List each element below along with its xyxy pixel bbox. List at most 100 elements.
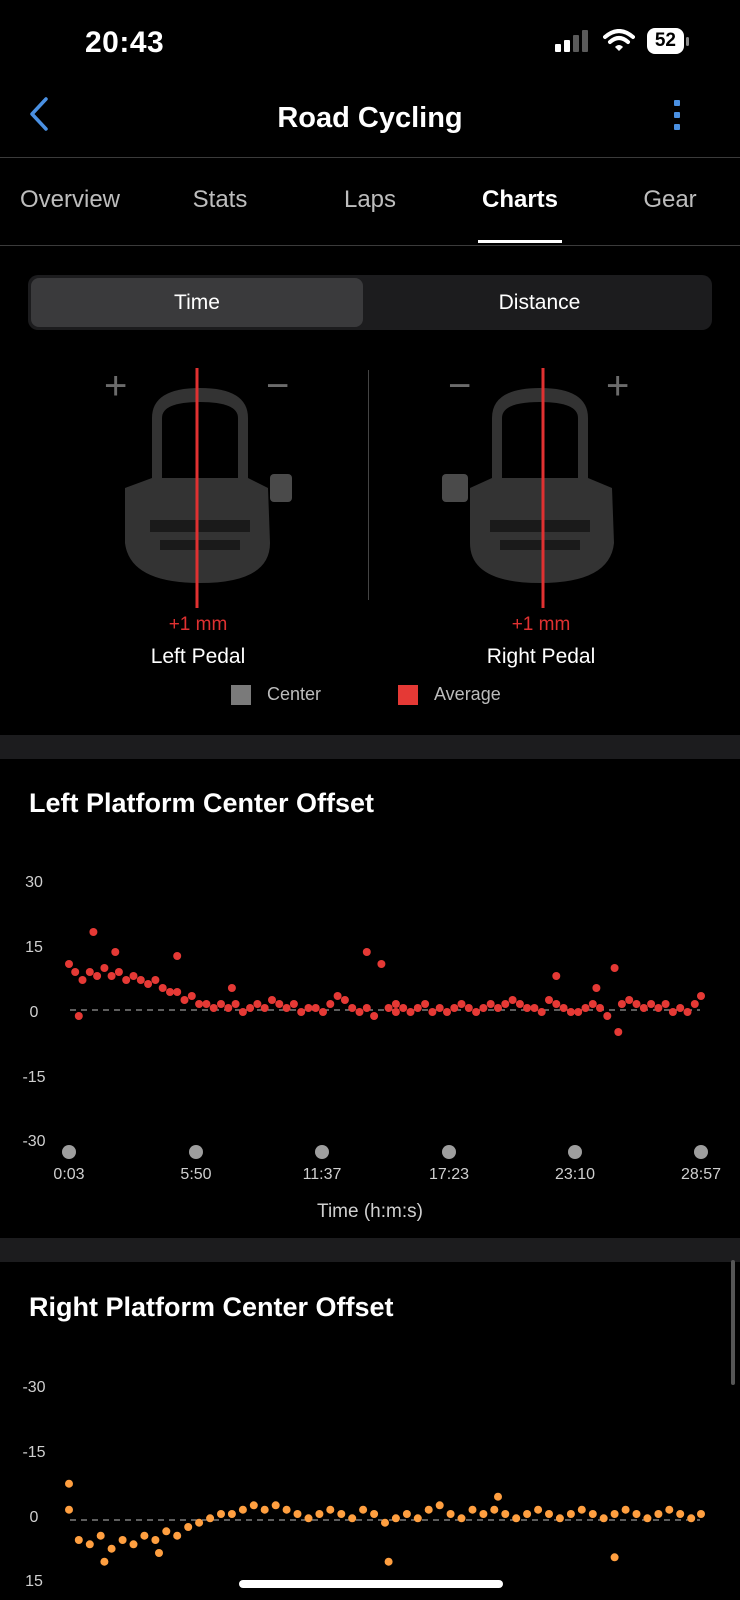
data-point <box>406 1008 415 1016</box>
data-point <box>603 1012 612 1020</box>
right-offset-chart <box>65 1479 705 1566</box>
home-indicator[interactable] <box>239 1580 503 1588</box>
legend-swatch-average <box>398 684 418 705</box>
data-point <box>100 964 109 972</box>
legend-label: Center <box>267 684 322 704</box>
data-point <box>326 1505 335 1514</box>
legend-label: Average <box>434 684 501 704</box>
data-point <box>581 1004 590 1012</box>
data-point <box>246 1004 255 1012</box>
battery-icon: 52 <box>646 28 690 54</box>
data-point <box>486 1000 495 1008</box>
data-point <box>468 1505 477 1514</box>
data-point <box>289 1000 298 1008</box>
data-point <box>647 1000 656 1008</box>
data-point <box>78 976 87 984</box>
right-pedal-offset: +1 mm <box>511 614 571 635</box>
data-point <box>333 992 342 1000</box>
divider <box>0 157 740 158</box>
tab-overview[interactable]: Overview <box>20 186 120 214</box>
status-time: 20:43 <box>85 26 165 59</box>
data-point <box>508 996 517 1004</box>
data-point <box>74 1012 83 1020</box>
data-point <box>340 996 349 1004</box>
data-point <box>89 928 98 936</box>
pedal-divider <box>368 370 369 600</box>
data-point <box>435 1004 444 1012</box>
segment-distance[interactable]: Distance <box>370 278 709 327</box>
left-pedal-icon <box>125 368 292 608</box>
data-point <box>683 1008 692 1016</box>
right-pedal-label: Right Pedal <box>486 645 596 668</box>
tab-laps[interactable]: Laps <box>344 186 396 214</box>
data-point <box>610 1553 619 1562</box>
data-point <box>494 1004 502 1012</box>
data-point <box>523 1004 532 1012</box>
data-point <box>457 1514 466 1523</box>
data-point <box>614 1028 623 1036</box>
scrollbar[interactable] <box>731 1260 735 1385</box>
chart-title-right: Right Platform Center Offset <box>29 1292 394 1322</box>
tab-stats[interactable]: Stats <box>193 186 248 214</box>
data-point <box>260 1505 269 1514</box>
segment-time[interactable]: Time <box>31 278 363 327</box>
data-point <box>592 984 601 992</box>
data-point <box>545 996 553 1004</box>
data-point <box>293 1510 302 1518</box>
data-point <box>479 1004 488 1012</box>
data-point <box>545 1510 553 1518</box>
data-point <box>238 1505 247 1514</box>
data-point <box>424 1505 433 1514</box>
ellipsis-dot <box>674 112 680 118</box>
data-point <box>362 948 371 956</box>
data-point <box>537 1008 546 1016</box>
x-tick: 23:10 <box>554 1166 596 1183</box>
data-point <box>384 1557 393 1566</box>
data-point <box>100 1557 109 1566</box>
data-point <box>654 1004 663 1012</box>
data-point <box>490 1505 499 1514</box>
more-options-button[interactable] <box>674 100 680 130</box>
data-point <box>464 1004 473 1012</box>
data-point <box>65 1479 73 1488</box>
section-separator <box>0 1238 740 1262</box>
data-point <box>65 1505 73 1514</box>
data-point <box>195 1000 204 1008</box>
x-axis-marker <box>442 1145 456 1159</box>
data-point <box>566 1510 575 1518</box>
data-point <box>282 1004 291 1012</box>
data-point <box>632 1000 641 1008</box>
ellipsis-dot <box>674 124 680 130</box>
x-axis-marker <box>315 1145 329 1159</box>
vertical-ellipsis-icon <box>674 100 680 106</box>
data-point <box>435 1501 444 1510</box>
data-point <box>271 1501 280 1510</box>
data-point <box>227 1510 236 1518</box>
data-point <box>297 1008 306 1016</box>
data-point <box>231 1000 240 1008</box>
data-point <box>249 1501 258 1510</box>
data-point <box>155 1549 163 1557</box>
data-point <box>74 1536 83 1544</box>
data-point <box>129 972 138 980</box>
x-axis-marker <box>694 1145 708 1159</box>
data-point <box>625 996 634 1004</box>
data-point <box>446 1510 455 1518</box>
tab-gear[interactable]: Gear <box>643 186 696 214</box>
points-right <box>65 1479 705 1566</box>
data-point <box>697 1510 705 1518</box>
data-point <box>687 1514 696 1523</box>
data-point <box>639 1004 648 1012</box>
data-point <box>217 1510 225 1518</box>
data-point <box>202 1000 211 1008</box>
data-point <box>391 1008 400 1016</box>
data-point <box>661 1000 670 1008</box>
data-point <box>348 1004 357 1012</box>
data-point <box>224 1004 233 1012</box>
data-point <box>304 1004 313 1012</box>
status-icons: 52 <box>554 28 690 54</box>
data-point <box>184 1523 193 1531</box>
cellular-signal-icon <box>554 30 588 52</box>
data-point <box>534 1505 543 1514</box>
tab-charts[interactable]: Charts <box>482 186 558 214</box>
